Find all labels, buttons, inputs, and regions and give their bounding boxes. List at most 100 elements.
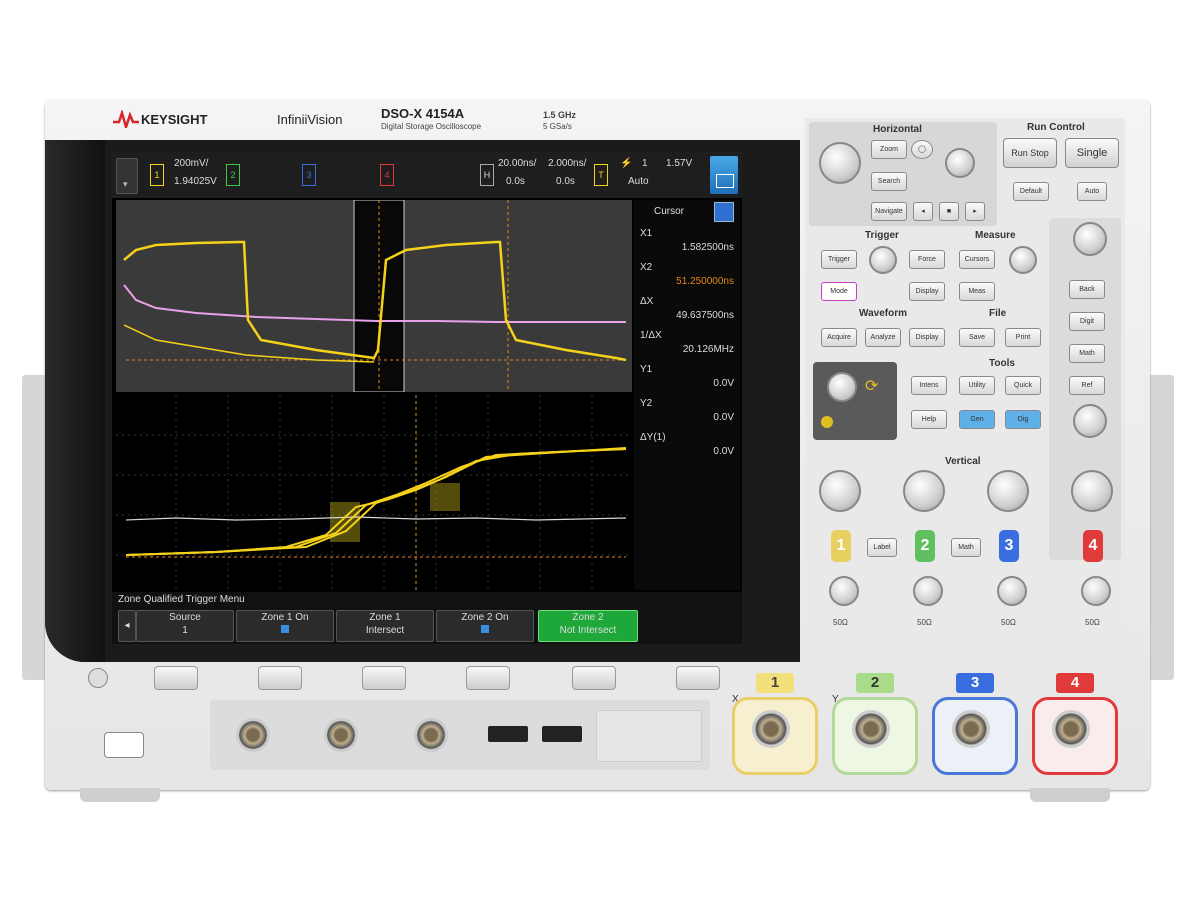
trigger-mode: Auto [628,176,649,187]
digital-button[interactable]: Dig [1005,410,1041,429]
trigger-button[interactable]: Trigger [821,250,857,269]
cursors-button[interactable]: Cursors [959,250,995,269]
usb-port-2[interactable] [542,726,582,742]
menu-back-icon[interactable]: ◂ [118,610,136,642]
ch4-scale-knob[interactable] [1071,470,1113,512]
gen-out-bnc-connector[interactable] [324,718,358,752]
save-recall-button[interactable]: Save [959,328,995,347]
ch4-tab[interactable]: 4 [380,164,394,186]
side-button-1[interactable]: Back [1069,280,1105,299]
menu-dropdown-icon[interactable]: ▾ [116,158,138,194]
analyze-button[interactable]: Analyze [865,328,901,347]
meas-button[interactable]: Meas [959,282,995,301]
ch3-offset-knob[interactable] [997,576,1027,606]
intensity-knob[interactable] [1073,222,1107,256]
softkey-button-4[interactable] [466,666,510,690]
print-button[interactable]: Print [1005,328,1041,347]
trigger-tab[interactable]: T [594,164,608,186]
softkey-button-2[interactable] [258,666,302,690]
ch1-tab[interactable]: 1 [150,164,164,186]
ch1-offset-knob[interactable] [829,576,859,606]
utility-button[interactable]: Utility [959,376,995,395]
softkey-zone2-on[interactable]: Zone 2 On [436,610,534,642]
search-button[interactable]: Search [871,172,907,191]
power-button[interactable] [104,732,144,758]
side-button-4[interactable]: Ref [1069,376,1105,395]
nav-forward-button[interactable]: ▸ [965,202,985,221]
ch3-tab[interactable]: 3 [302,164,316,186]
cursor-value: 0.0V [713,378,734,389]
bezel-left-edge [45,140,105,662]
auto-scale-button[interactable]: Auto [1077,182,1107,201]
ch2-tab[interactable]: 2 [226,164,240,186]
wavegen-button[interactable]: Gen [959,410,995,429]
zoom-button[interactable]: Zoom [871,140,907,159]
ch2-offset-knob[interactable] [913,576,943,606]
horizontal-tab[interactable]: H [480,164,494,186]
softkey-zone1-on-label: Zone 1 On [261,612,309,623]
zoom-waveform-window [116,199,632,393]
softkey-button-3[interactable] [362,666,406,690]
ch1-scale-knob[interactable] [819,470,861,512]
single-button[interactable]: Single [1065,138,1119,168]
sample-rate-label: 5 GSa/s [543,122,572,131]
touch-indicator-icon [821,416,833,428]
acquire-button[interactable]: Acquire [821,328,857,347]
softkey-button-1[interactable] [154,666,198,690]
ch2-scale-knob[interactable] [903,470,945,512]
force-trigger-button[interactable]: Force [909,250,945,269]
side-button-3[interactable]: Math [1069,344,1105,363]
ch2-key[interactable]: 2 [915,530,935,562]
ch4-offset-knob[interactable] [1081,576,1111,606]
label-button[interactable]: Label [867,538,897,557]
ch3-input-label: 3 [956,673,994,693]
cursor-label: Y2 [640,398,653,409]
trigger-level-knob[interactable] [869,246,897,274]
ch3-scale-knob[interactable] [987,470,1029,512]
softkey-source[interactable]: Source 1 [136,610,234,642]
touch-knob[interactable] [827,372,857,402]
cursor-menu-icon[interactable] [714,202,734,222]
nav-back-button[interactable]: ◂ [913,202,933,221]
navigate-button[interactable]: Navigate [871,202,907,221]
softkey-zone1-on[interactable]: Zone 1 On [236,610,334,642]
usb-port-1[interactable] [488,726,528,742]
ch2-input-label: 2 [856,673,894,693]
mode-coupling-button[interactable]: Mode [821,282,857,301]
ch4-key[interactable]: 4 [1083,530,1103,562]
app-launcher-icon[interactable] [710,156,738,194]
ch1-bnc-connector[interactable] [752,710,790,748]
ch2-bnc-connector[interactable] [852,710,890,748]
run-stop-button[interactable]: Run Stop [1003,138,1057,168]
ch1-key[interactable]: 1 [831,530,851,562]
ch3-bnc-connector[interactable] [952,710,990,748]
nav-stop-button[interactable]: ■ [939,202,959,221]
digital-input-port[interactable] [596,710,702,762]
entry-knob[interactable] [1073,404,1107,438]
display-button[interactable]: Display [909,282,945,301]
aux-bnc-connector[interactable] [236,718,270,752]
softkey-source-value: 1 [182,625,188,636]
side-button-2[interactable]: Digit [1069,312,1105,331]
softkey-zone2[interactable]: Zone 2 Not Intersect [538,610,638,642]
cursors-knob[interactable] [1009,246,1037,274]
ch4-bnc-connector[interactable] [1052,710,1090,748]
intensity-button[interactable]: Intens [911,376,947,395]
help-button[interactable]: Help [911,410,947,429]
horiz-menu-button[interactable]: ◯ [911,140,933,159]
quick-action-button[interactable]: Quick [1005,376,1041,395]
default-setup-button[interactable]: Default [1013,182,1049,201]
softkey-zone1-value: Intersect [365,625,405,636]
horizontal-scale-knob[interactable] [819,142,861,184]
softkey-zone1[interactable]: Zone 1 Intersect [336,610,434,642]
ext-trig-bnc-connector[interactable] [414,718,448,752]
softkey-button-6[interactable] [676,666,720,690]
cursor-value: 51.250000ns [676,276,734,287]
math-button[interactable]: Math [951,538,981,557]
ch1-offset: 1.94025V [174,176,217,187]
softkey-zone2-value: Not Intersect [559,625,617,636]
display2-button[interactable]: Display [909,328,945,347]
softkey-button-5[interactable] [572,666,616,690]
horizontal-position-knob[interactable] [945,148,975,178]
ch3-key[interactable]: 3 [999,530,1019,562]
